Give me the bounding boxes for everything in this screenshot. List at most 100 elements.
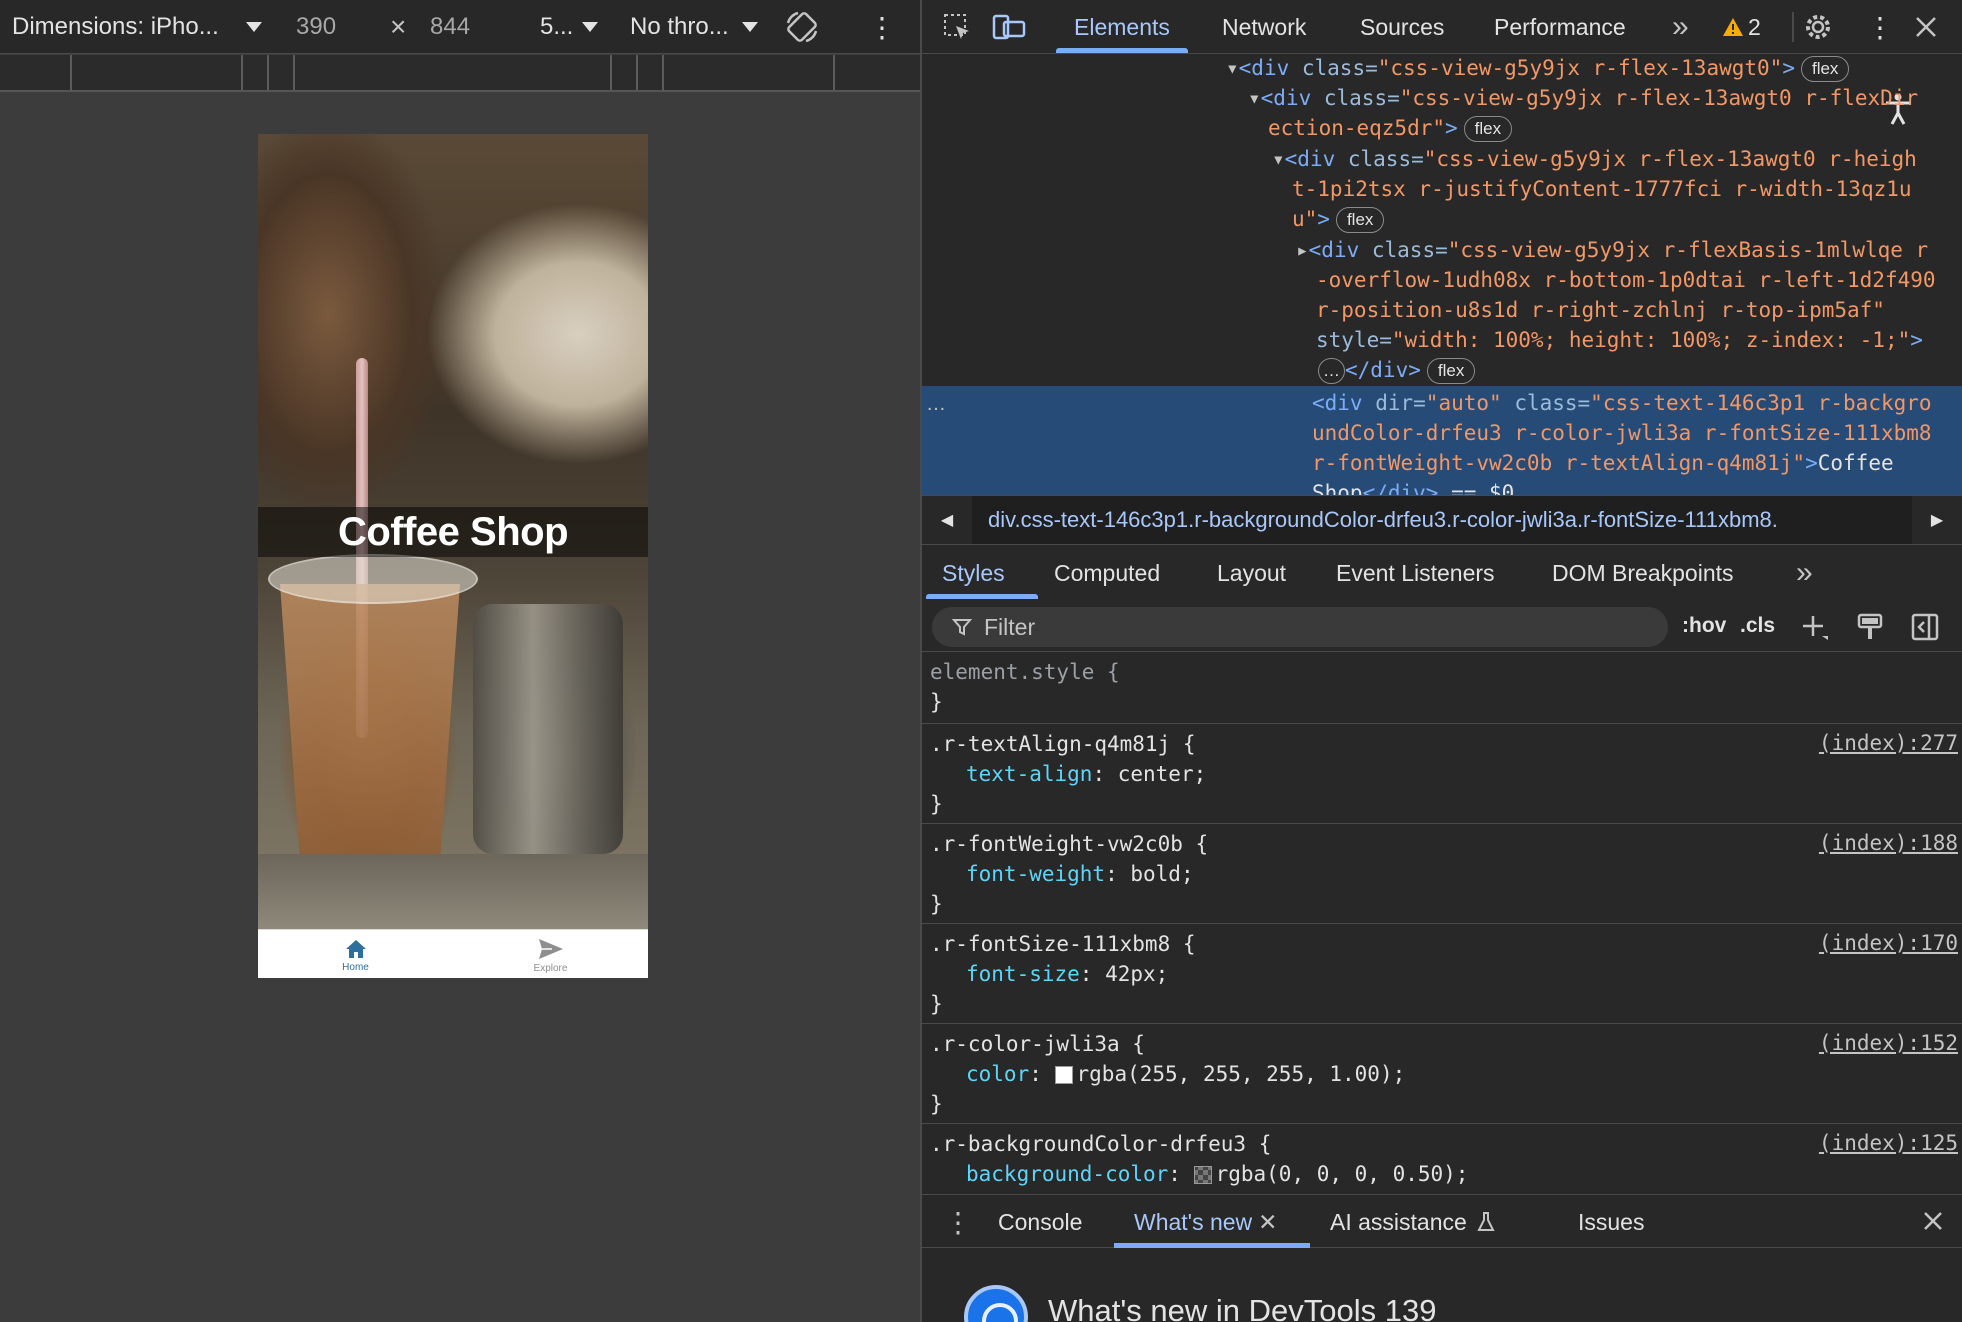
rule-source-link[interactable]: (index):277 (1819, 731, 1958, 755)
dom-line-2-cont[interactable]: ection-eqz5dr"> flex (1268, 113, 1513, 143)
device-more-icon[interactable]: ⋮ (868, 0, 896, 54)
dom-line-2[interactable]: ▾<div class="css-view-g5y9jx r-flex-13aw… (1248, 83, 1918, 113)
dom-selected-cont[interactable]: undColor-drfeu3 r-color-jwli3a r-fontSiz… (1312, 418, 1932, 448)
zoom-select[interactable]: 5... (540, 0, 573, 54)
settings-gear-icon[interactable] (1800, 9, 1836, 45)
send-icon (538, 939, 563, 959)
throttle-dropdown-icon[interactable] (742, 0, 758, 54)
style-rule-element[interactable]: element.style { } (922, 653, 1962, 724)
cls-toggle[interactable]: .cls (1740, 600, 1775, 652)
height-input[interactable]: 844 (430, 0, 470, 54)
tab-console[interactable]: Console (998, 1195, 1082, 1249)
rule-source-link[interactable]: (index):170 (1819, 931, 1958, 955)
dom-selected-end[interactable]: Shop</div> == $0 (1312, 478, 1514, 495)
devtools-menu-icon[interactable]: ⋮ (1866, 0, 1894, 54)
color-swatch[interactable] (1054, 1066, 1073, 1084)
tab-network[interactable]: Network (1222, 0, 1306, 54)
color-swatch[interactable] (1193, 1166, 1212, 1184)
dom-line-3-cont[interactable]: t-1pi2tsx r-justifyContent-1777fci r-wid… (1292, 174, 1912, 204)
dom-line-4-cont[interactable]: -overflow-1udh08x r-bottom-1p0dtai r-lef… (1316, 265, 1936, 295)
dom-line-4-cont2[interactable]: r-position-u8s1d r-right-zchlnj r-top-ip… (1316, 295, 1885, 325)
dom-line-4[interactable]: ▸<div class="css-view-g5y9jx r-flexBasis… (1296, 235, 1928, 265)
tab-whats-new-label: What's new (1134, 1208, 1253, 1235)
breadcrumb-path[interactable]: div.css-text-146c3p1.r-backgroundColor-d… (972, 496, 1912, 544)
dimensions-dropdown-icon[interactable] (246, 0, 262, 54)
times-icon: × (390, 11, 407, 42)
rule-property[interactable]: font-size (966, 962, 1080, 986)
tab-elements[interactable]: Elements (1074, 0, 1170, 54)
dom-line-3[interactable]: ▾<div class="css-view-g5y9jx r-flex-13aw… (1272, 144, 1917, 174)
rule-selector: element.style { (930, 660, 1120, 684)
node-actions-icon[interactable]: … (926, 389, 946, 419)
tab-ai-assistance[interactable]: AI assistance (1330, 1195, 1495, 1249)
tab-issues[interactable]: Issues (1578, 1195, 1644, 1249)
dom-line-4-style[interactable]: style="width: 100%; height: 100%; z-inde… (1316, 325, 1923, 355)
dom-breadcrumb: ◀ div.css-text-146c3p1.r-backgroundColor… (922, 495, 1962, 545)
rule-close: } (930, 792, 943, 816)
dom-selected-cont2[interactable]: r-fontWeight-vw2c0b r-textAlign-q4m81j">… (1312, 448, 1894, 478)
style-rule-color[interactable]: .r-color-jwli3a { (index):152 color: rgb… (922, 1025, 1962, 1124)
toggle-sidebar-icon[interactable] (1910, 612, 1940, 642)
close-devtools-icon[interactable] (1914, 15, 1938, 39)
hov-toggle[interactable]: :hov (1682, 600, 1726, 652)
tab-whats-new[interactable]: What's new ✕ (1134, 1195, 1277, 1249)
rule-property[interactable]: font-weight (966, 862, 1105, 886)
throttle-select[interactable]: No thro... (630, 0, 729, 54)
dom-line-3-end[interactable]: u"> flex (1292, 204, 1385, 234)
width-input[interactable]: 390 (296, 0, 336, 54)
tab-home-label: Home (342, 962, 369, 973)
rule-value[interactable]: bold; (1130, 862, 1193, 886)
rule-property[interactable]: background-color (966, 1162, 1168, 1186)
dom-tree: ▾<div class="css-view-g5y9jx r-flex-13aw… (922, 55, 1962, 495)
close-tab-icon[interactable]: ✕ (1258, 1209, 1277, 1236)
dimensions-label: Dimensions: iPho... (12, 13, 219, 40)
dom-line-4-end[interactable]: … </div> flex (1318, 355, 1476, 385)
rotate-icon[interactable] (784, 9, 820, 45)
warnings-badge[interactable]: 2 (1722, 0, 1761, 54)
tab-home[interactable]: Home (258, 930, 453, 978)
device-toolbar-icon[interactable] (992, 12, 1026, 42)
tab-sources[interactable]: Sources (1360, 0, 1444, 54)
rule-source-link[interactable]: (index):152 (1819, 1031, 1958, 1055)
dom-line-1[interactable]: ▾<div class="css-view-g5y9jx r-flex-13aw… (1226, 55, 1850, 83)
inspect-element-icon[interactable] (942, 12, 972, 42)
rule-property[interactable]: text-align (966, 762, 1092, 786)
breadcrumb-right-icon[interactable]: ▶ (1914, 496, 1960, 544)
styles-filter-input[interactable]: Filter (932, 607, 1668, 647)
style-rule-background-color[interactable]: .r-backgroundColor-drfeu3 { (index):125 … (922, 1125, 1962, 1193)
new-rule-icon[interactable] (1800, 612, 1830, 642)
rule-property[interactable]: color (966, 1062, 1029, 1086)
media-query-ruler[interactable] (0, 55, 920, 92)
tab-performance[interactable]: Performance (1494, 0, 1626, 54)
style-rule-text-align[interactable]: .r-textAlign-q4m81j { (index):277 text-a… (922, 725, 1962, 824)
tab-event-listeners[interactable]: Event Listeners (1336, 546, 1495, 600)
rule-selector: .r-fontSize-111xbm8 { (930, 932, 1196, 956)
style-rule-font-weight[interactable]: .r-fontWeight-vw2c0b { (index):188 font-… (922, 825, 1962, 924)
style-rule-font-size[interactable]: .r-fontSize-111xbm8 { (index):170 font-s… (922, 925, 1962, 1024)
more-tabs-icon[interactable]: » (1672, 0, 1689, 54)
rule-value[interactable]: center; (1118, 762, 1207, 786)
drawer-menu-icon[interactable]: ⋮ (944, 1195, 972, 1249)
paint-brush-icon[interactable] (1856, 612, 1884, 642)
rule-value[interactable]: rgba(255, 255, 255, 1.00); (1077, 1062, 1406, 1086)
dom-selected-line[interactable]: <div dir="auto" class="css-text-146c3p1 … (1312, 388, 1932, 418)
dimensions-select[interactable]: Dimensions: iPho... (12, 0, 219, 54)
tab-dom-breakpoints[interactable]: DOM Breakpoints (1552, 546, 1734, 600)
page-title-band: Coffee Shop (258, 507, 648, 557)
close-drawer-icon[interactable] (1922, 1210, 1944, 1232)
tab-styles[interactable]: Styles (942, 546, 1005, 600)
rule-source-link[interactable]: (index):188 (1819, 831, 1958, 855)
tab-styles-indicator (926, 594, 1038, 599)
breadcrumb-left-icon[interactable]: ◀ (924, 496, 970, 544)
rule-source-link[interactable]: (index):125 (1819, 1131, 1958, 1155)
rule-value[interactable]: rgba(0, 0, 0, 0.50); (1216, 1162, 1469, 1186)
tab-layout[interactable]: Layout (1217, 546, 1286, 600)
whats-new-panel: What's new in DevTools 139 (922, 1249, 1962, 1322)
style-rules-list: element.style { } .r-textAlign-q4m81j { … (922, 653, 1962, 1193)
tab-computed[interactable]: Computed (1054, 546, 1160, 600)
rule-value[interactable]: 42px; (1105, 962, 1168, 986)
filter-icon (952, 619, 972, 636)
zoom-dropdown-icon[interactable] (582, 0, 598, 54)
tab-explore[interactable]: Explore (453, 930, 648, 978)
more-subtabs-icon[interactable]: » (1796, 546, 1813, 600)
